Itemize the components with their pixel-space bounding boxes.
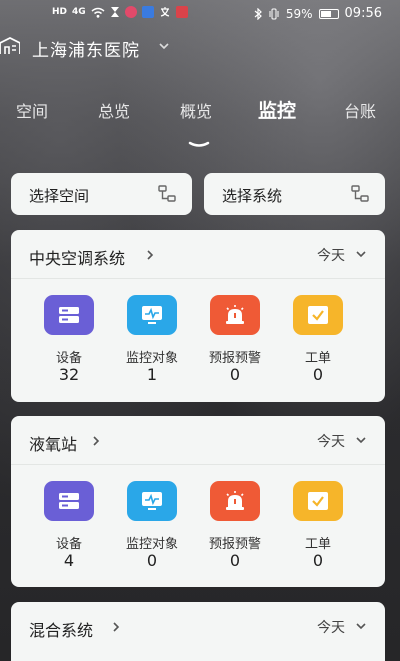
tab-monitor[interactable]: 监控 [258, 96, 296, 123]
tab-space[interactable]: 空间 [16, 98, 48, 122]
select-space-label: 选择空间 [29, 187, 90, 205]
app-notification-icon [141, 6, 154, 18]
metric-label: 设备 [55, 537, 82, 552]
tab-overview[interactable]: 概览 [180, 98, 212, 122]
system-name[interactable]: 中央空调系统 [29, 245, 125, 269]
building-icon[interactable] [0, 36, 20, 56]
vibrate-icon [269, 8, 279, 19]
monitor-tile [127, 481, 177, 521]
status-bar: HD 4G 59% 09:56 [0, 0, 400, 28]
monitor-icon [142, 306, 162, 324]
tab-bar: 空间 总览 概览 监控 台账 [0, 96, 400, 126]
metric-label: 工单 [304, 537, 331, 552]
metric-value: 0 [312, 365, 324, 384]
divider [11, 278, 385, 279]
metric-value: 32 [58, 365, 80, 384]
alarm-tile [210, 295, 260, 335]
workorder-icon [308, 492, 328, 510]
hierarchy-icon [158, 185, 176, 202]
battery-icon [318, 8, 339, 19]
workorder-tile [293, 295, 343, 335]
metric-label: 设备 [55, 351, 82, 366]
metric-value: 0 [146, 551, 158, 570]
select-system-label: 选择系统 [222, 187, 283, 205]
metric-label: 预报预警 [208, 351, 261, 366]
chevron-down-icon[interactable] [158, 40, 170, 52]
app-notification-icon [175, 6, 188, 18]
hierarchy-icon [351, 185, 369, 202]
period-selector[interactable]: 今天 [317, 431, 345, 451]
metric-value: 4 [63, 551, 75, 570]
bluetooth-icon [254, 7, 262, 20]
system-card: 混合系统 今天 [11, 602, 385, 661]
select-system-button[interactable]: 选择系统 [204, 173, 385, 215]
metric-value: 0 [229, 551, 241, 570]
hospital-name[interactable]: 上海浦东医院 [32, 36, 140, 61]
metric-label: 工单 [304, 351, 331, 366]
period-selector[interactable]: 今天 [317, 245, 345, 265]
alarm-icon [226, 491, 244, 510]
wifi-icon [91, 7, 105, 18]
device-tile [44, 295, 94, 335]
chevron-down-icon[interactable] [355, 435, 367, 445]
alarm-tile [210, 481, 260, 521]
select-space-button[interactable]: 选择空间 [11, 173, 192, 215]
translate-icon [160, 7, 169, 17]
hourglass-icon [110, 7, 119, 17]
monitor-tile [127, 295, 177, 335]
network-type-label: 4G [72, 7, 86, 17]
metric-label: 预报预警 [208, 537, 261, 552]
chevron-right-icon[interactable] [111, 621, 121, 633]
system-card: 中央空调系统 今天 设备 32 监控对象 1 预报预警 0 工单 0 [11, 230, 385, 402]
workorder-icon [308, 306, 328, 324]
chevron-down-icon[interactable] [355, 249, 367, 259]
tab-ledger[interactable]: 台账 [344, 98, 376, 122]
system-name[interactable]: 混合系统 [29, 617, 93, 641]
active-tab-indicator [188, 141, 210, 147]
metric-value: 0 [229, 365, 241, 384]
monitor-icon [142, 492, 162, 510]
metric-value: 1 [146, 365, 158, 384]
metric-label: 监控对象 [125, 537, 178, 552]
chevron-right-icon[interactable] [145, 249, 155, 261]
header: 上海浦东医院 [0, 30, 400, 62]
chevron-down-icon[interactable] [355, 621, 367, 631]
system-name[interactable]: 液氧站 [29, 431, 77, 455]
divider [11, 464, 385, 465]
metric-label: 监控对象 [125, 351, 178, 366]
chevron-right-icon[interactable] [91, 435, 101, 447]
app-notification-icon [124, 6, 137, 18]
workorder-tile [293, 481, 343, 521]
metric-value: 0 [312, 551, 324, 570]
network-hd-label: HD [52, 7, 68, 17]
device-icon [59, 307, 79, 323]
alarm-icon [226, 305, 244, 324]
period-selector[interactable]: 今天 [317, 617, 345, 637]
tab-overview-total[interactable]: 总览 [98, 98, 130, 122]
system-card: 液氧站 今天 设备 4 监控对象 0 预报预警 0 工单 0 [11, 416, 385, 587]
battery-percent: 59% [285, 6, 313, 21]
device-tile [44, 481, 94, 521]
clock-time: 09:56 [344, 6, 382, 21]
device-icon [59, 493, 79, 509]
